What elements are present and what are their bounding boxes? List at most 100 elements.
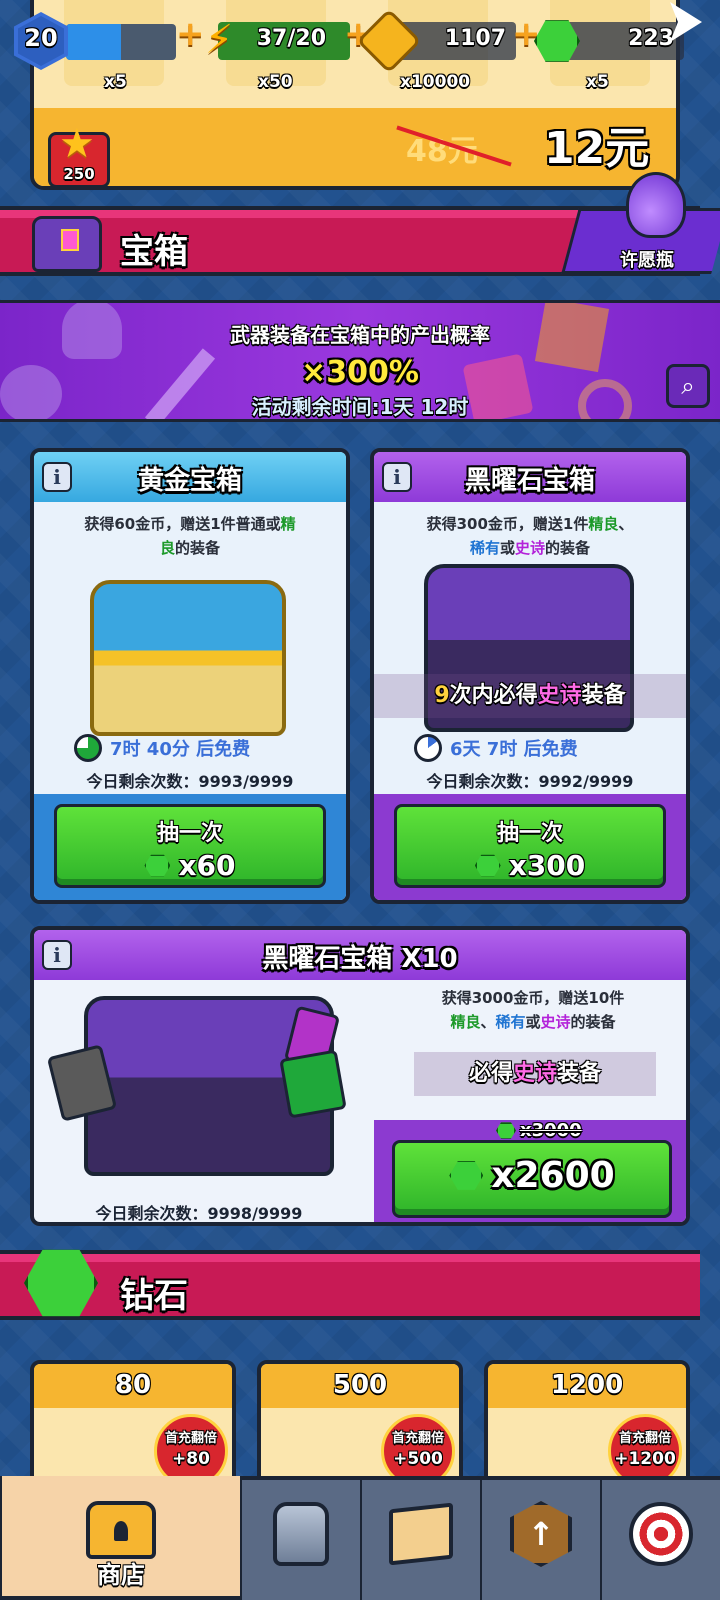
button-cost: x300	[397, 849, 663, 882]
obsidian-chest-card: 黑曜石宝箱 i 获得300金币，赠送1件精良、 稀有或史诗的装备 9次内必得史诗…	[370, 448, 690, 904]
offer-price[interactable]: 12元	[544, 112, 649, 176]
gem-section-header: 钻石	[0, 1250, 700, 1320]
desc-rarity: 史诗	[540, 1013, 571, 1031]
card-title: 黄金宝箱	[137, 466, 242, 496]
badge-label: 首充翻倍	[164, 1431, 217, 1446]
target-icon	[625, 1498, 697, 1570]
gem-value: 223	[628, 26, 674, 51]
bottom-nav: 商店 ↑	[0, 1476, 720, 1600]
mystery-card-icon	[279, 1049, 347, 1119]
button-label: 抽一次	[156, 821, 223, 846]
desc-rarity: 稀有	[469, 539, 500, 557]
section-title: 钻石	[120, 1276, 188, 1316]
desc-text: 的装备	[175, 539, 221, 557]
map-icon	[385, 1498, 457, 1570]
card-description: 获得3000金币，赠送10件 精良、稀有或史诗的装备	[394, 986, 672, 1034]
card-title: 黑曜石宝箱 X10	[262, 944, 458, 974]
remaining-count: 今日剩余次数：9993/9999	[86, 772, 294, 791]
desc-text: 获得3000金币，赠送10件	[441, 989, 625, 1007]
desc-rarity: 精良	[450, 1013, 481, 1031]
info-icon[interactable]: i	[42, 462, 72, 492]
guarantee-rarity: 史诗	[512, 1061, 557, 1086]
free-timer: 7时 40分 后免费	[74, 734, 250, 762]
gold-chest-image	[90, 580, 286, 736]
header-highlight	[0, 1254, 700, 1262]
tab-shop[interactable]: 商店	[0, 1476, 240, 1596]
info-icon[interactable]: i	[382, 462, 412, 492]
desc-text: 或	[499, 539, 515, 557]
gem-icon	[144, 854, 171, 877]
tab-challenge[interactable]	[600, 1480, 720, 1600]
guarantee-count: 9	[434, 683, 450, 708]
badge-value: 250	[63, 165, 95, 183]
cost-value: x2600	[491, 1155, 615, 1196]
gem-icon	[449, 1161, 484, 1190]
desc-text: 或	[525, 1013, 541, 1031]
gem-pack-amount: 500	[332, 1370, 388, 1400]
draw-ten-button[interactable]: x2600	[392, 1140, 672, 1218]
tab-upgrade[interactable]: ↑	[480, 1480, 600, 1600]
banner-line1: 武器装备在宝箱中的产出概率	[230, 323, 490, 347]
desc-text: 的装备	[570, 1013, 616, 1031]
card-description: 获得300金币，赠送1件精良、 稀有或史诗的装备	[384, 512, 676, 560]
draw-once-button[interactable]: 抽一次 x60	[54, 804, 326, 888]
desc-rarity: 精良	[588, 515, 619, 533]
cost-value: x60	[178, 849, 236, 882]
wish-bottle-label[interactable]: 许愿瓶	[620, 246, 674, 272]
energy-bolt-icon: ⚡	[204, 17, 234, 63]
magnifier-icon[interactable]: ⌕	[666, 364, 710, 408]
info-icon[interactable]: i	[42, 940, 72, 970]
badge-label: 首充翻倍	[618, 1431, 671, 1446]
button-base: 抽一次 x300	[374, 794, 686, 900]
xp-bar	[66, 24, 176, 60]
tab-equipment[interactable]	[240, 1480, 360, 1600]
guarantee-text: 装备	[557, 1061, 602, 1086]
badge-bonus: +1200	[614, 1449, 676, 1469]
potion-flask-icon[interactable]	[626, 172, 686, 238]
tab-map[interactable]	[360, 1480, 480, 1600]
top-hud: 20 + 37/20 ⚡ + 1107 + 223	[0, 0, 720, 80]
desc-text: 的装备	[545, 539, 591, 557]
cost-value: x300	[508, 849, 586, 882]
chest-icon	[32, 216, 102, 272]
add-gems-icon[interactable]: +	[512, 14, 541, 54]
card-header: 黑曜石宝箱 X10	[34, 930, 686, 980]
gem-pack-card[interactable]: 1200 首充翻倍 +1200	[484, 1360, 690, 1490]
clock-icon	[74, 734, 102, 762]
card-description: 获得60金币，赠送1件普通或精 良的装备	[44, 512, 336, 560]
desc-rarity: 史诗	[515, 539, 546, 557]
gem-pack-card[interactable]: 500 首充翻倍 +500	[257, 1360, 463, 1490]
free-timer: 6天 7时 后免费	[414, 734, 578, 762]
button-label: 抽一次	[496, 821, 563, 846]
guarantee-banner: 必得史诗装备	[414, 1052, 656, 1096]
desc-text: 、	[618, 515, 634, 533]
banner-timer: 活动剩余时间:1天 12时	[251, 395, 469, 419]
player-level: 20	[24, 24, 58, 52]
event-banner: 武器装备在宝箱中的产出概率 ×300% 活动剩余时间:1天 12时	[0, 300, 720, 422]
old-cost-value: x3000	[520, 1120, 582, 1141]
guarantee-text: 必得	[468, 1061, 513, 1086]
remaining-count: 今日剩余次数：9992/9999	[426, 772, 634, 791]
banner-multiplier: ×300%	[301, 355, 419, 390]
guarantee-banner: 9次内必得史诗装备	[374, 674, 686, 718]
timer-text: 7时 40分 后免费	[110, 739, 251, 760]
badge-label: 首充翻倍	[391, 1431, 444, 1446]
energy-value: 37/20	[256, 26, 326, 51]
button-cost: x2600	[395, 1155, 669, 1196]
gem-pack-card[interactable]: 80 首充翻倍 +80	[30, 1360, 236, 1490]
gem-icon	[474, 854, 501, 877]
button-cost: x60	[57, 849, 323, 882]
badge-bonus: +500	[393, 1449, 443, 1469]
gem-icon	[496, 1122, 516, 1139]
draw-once-button[interactable]: 抽一次 x300	[394, 804, 666, 888]
desc-text: 获得60金币，赠送1件普通或	[84, 515, 281, 533]
gold-chest-card: 黄金宝箱 i 获得60金币，赠送1件普通或精 良的装备 7时 40分 后免费 今…	[30, 448, 350, 904]
tab-label: 商店	[97, 1561, 145, 1589]
old-cost: x3000	[496, 1120, 582, 1141]
remaining-count: 今日剩余次数：9998/9999	[95, 1204, 303, 1223]
timer-text: 6天 7时 后免费	[450, 739, 578, 760]
section-title: 宝箱	[120, 232, 188, 272]
upgrade-arrow-icon: ↑	[505, 1498, 577, 1570]
guarantee-text: 装备	[581, 683, 626, 708]
desc-text: 、	[480, 1013, 496, 1031]
